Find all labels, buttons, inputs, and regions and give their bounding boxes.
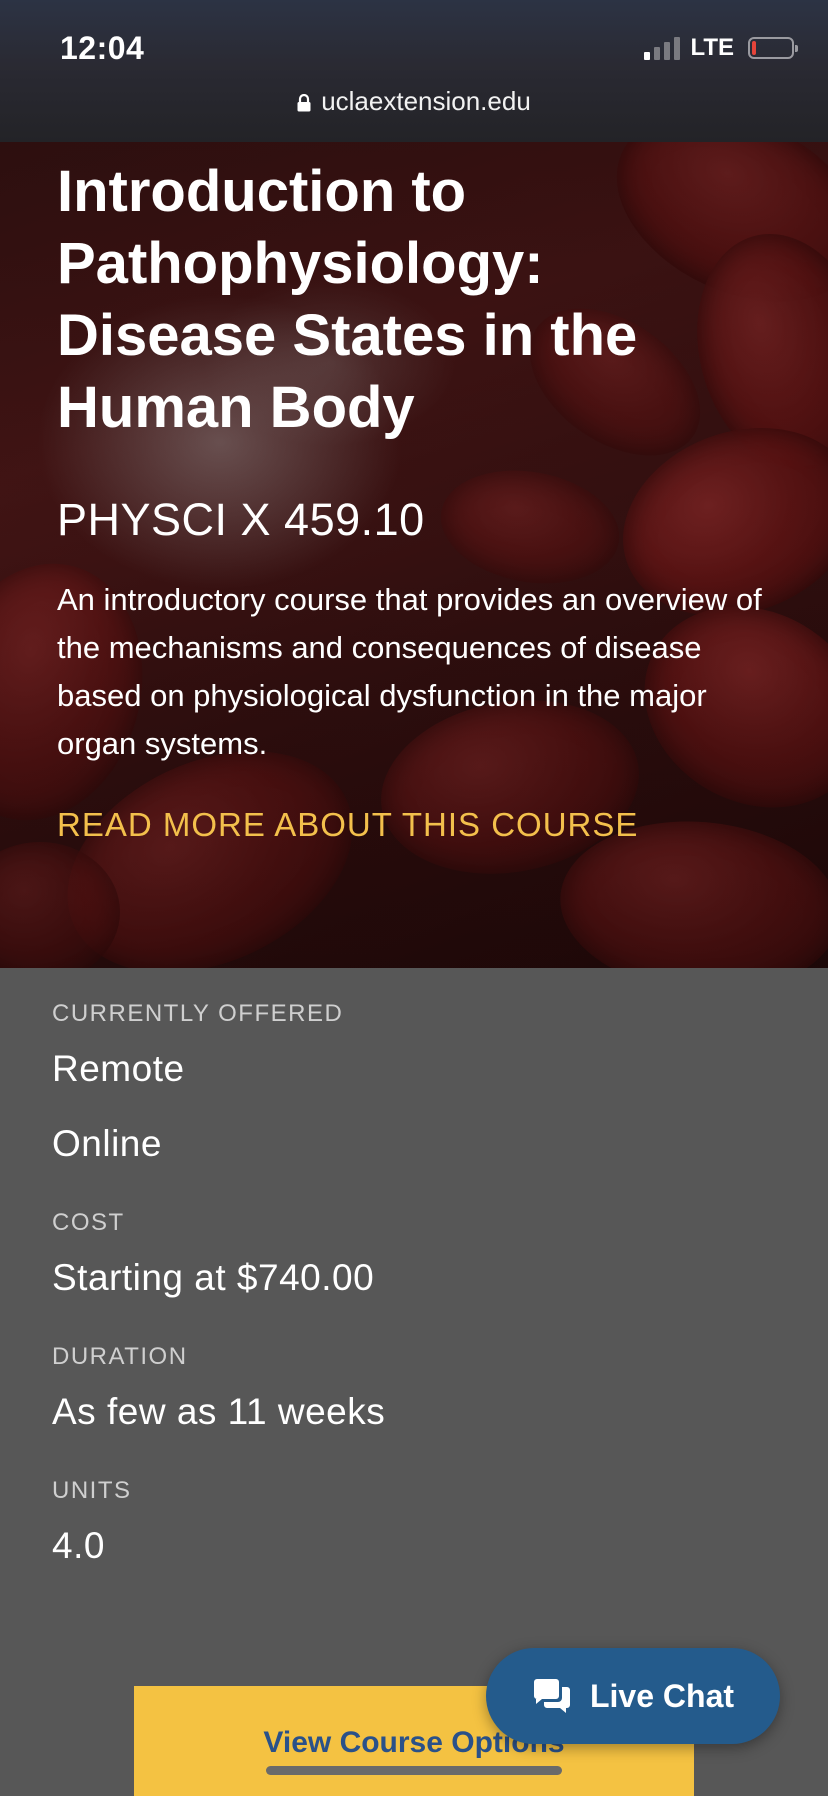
live-chat-label: Live Chat (589, 1677, 735, 1714)
battery-level (752, 41, 756, 55)
lock-icon (297, 93, 311, 111)
network-type: LTE (690, 34, 734, 61)
duration-value: As few as 11 weeks (52, 1391, 386, 1432)
course-hero: Introduction to Pathophysiology: Disease… (0, 142, 828, 968)
url-text: uclaextension.edu (321, 86, 531, 116)
course-description: An introductory course that provides an … (57, 582, 762, 761)
live-chat-button[interactable]: Live Chat (486, 1648, 780, 1744)
home-indicator (266, 1766, 562, 1775)
status-indicators: LTE (644, 34, 798, 62)
battery-icon (748, 37, 798, 59)
units-label: UNITS (52, 1477, 132, 1504)
signal-icon (644, 36, 681, 60)
units-value: 4.0 (52, 1525, 105, 1566)
status-time: 12:04 (60, 30, 145, 66)
duration-label: DURATION (52, 1343, 188, 1370)
address-bar[interactable]: uclaextension.edu (0, 86, 828, 117)
read-more-link[interactable]: READ MORE ABOUT THIS COURSE (57, 806, 638, 844)
status-bar: 12:04 LTE uclaextension.edu (0, 0, 828, 142)
offered-label: CURRENTLY OFFERED (52, 1000, 344, 1027)
chat-bubble-icon (533, 1679, 570, 1713)
course-code: PHYSCI X 459.10 (57, 494, 425, 545)
course-details: CURRENTLY OFFERED Remote Online COST Sta… (52, 968, 772, 1567)
course-title: Introduction to Pathophysiology: Disease… (57, 159, 638, 440)
offered-value-online: Online (52, 1123, 162, 1164)
course-hero-content: Introduction to Pathophysiology: Disease… (57, 156, 777, 844)
cost-value: Starting at $740.00 (52, 1257, 375, 1298)
cost-label: COST (52, 1209, 125, 1236)
offered-value-remote: Remote (52, 1048, 185, 1089)
